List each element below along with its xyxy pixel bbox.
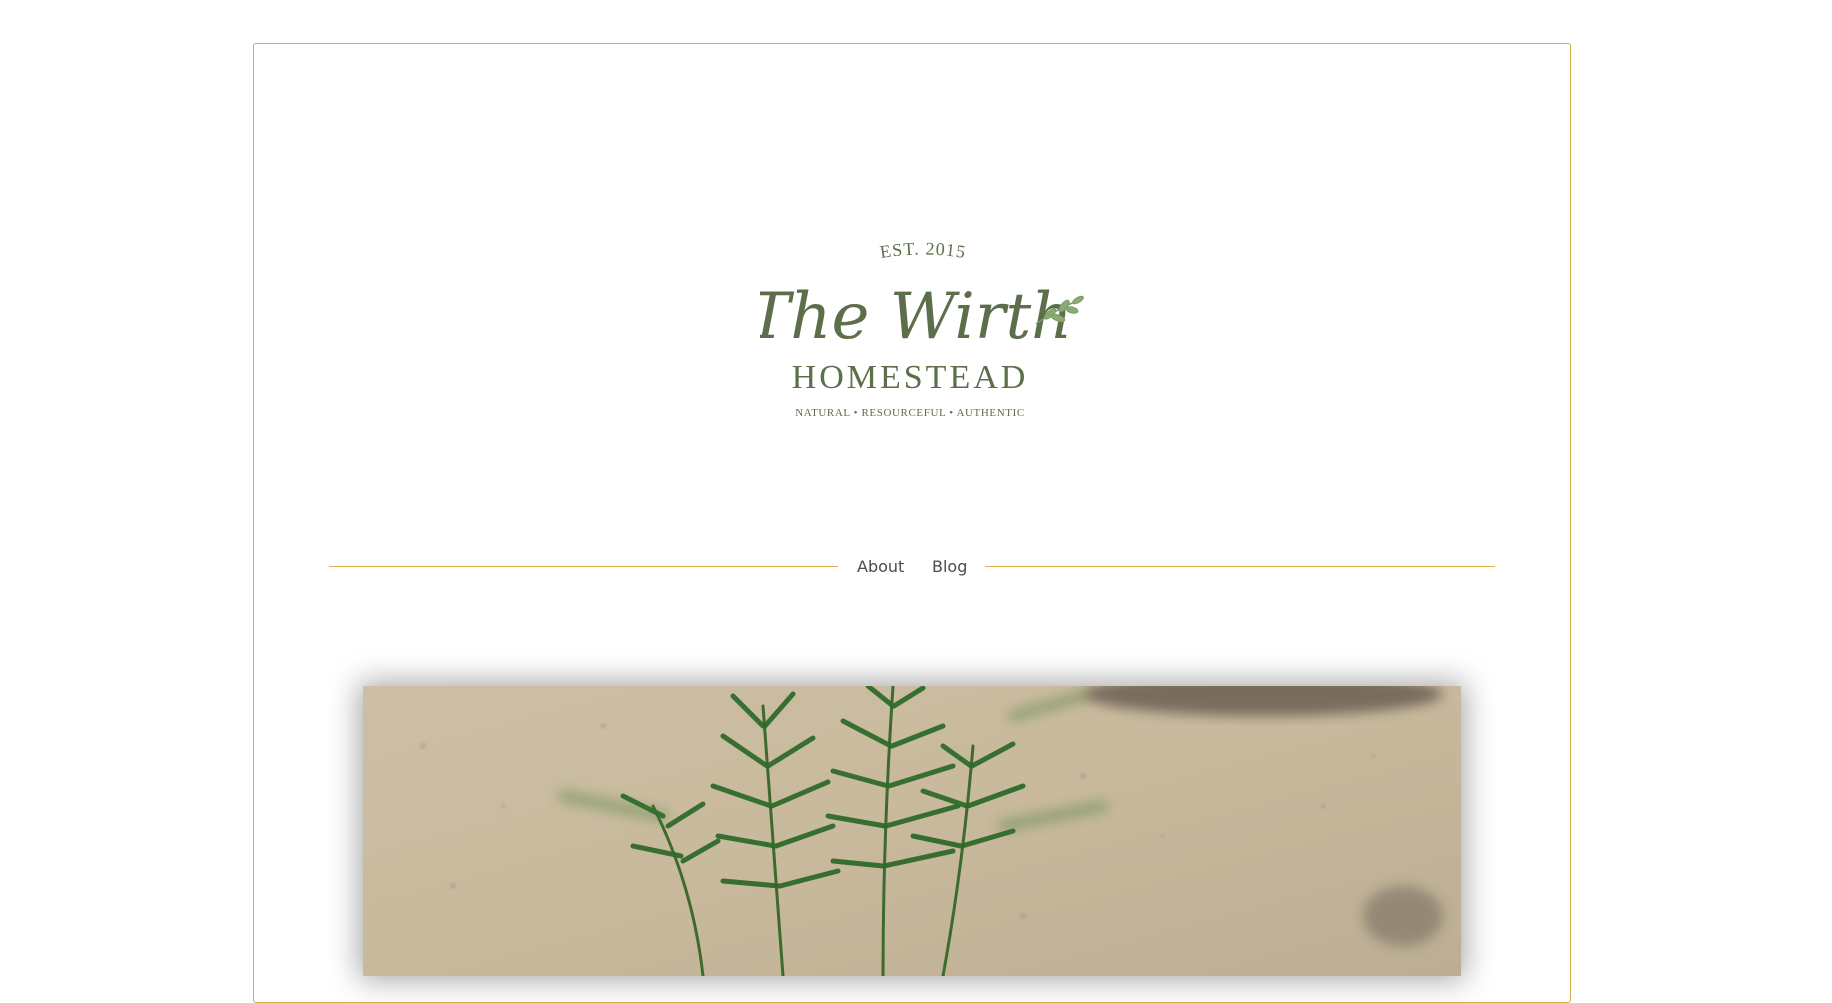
nav-link-blog[interactable]: Blog bbox=[932, 555, 967, 579]
nav-divider-left bbox=[329, 566, 838, 567]
hero-image bbox=[363, 686, 1461, 976]
nav-link-about[interactable]: About bbox=[857, 555, 904, 579]
nav-divider-right bbox=[985, 566, 1495, 567]
logo-established: EST. 2015 bbox=[878, 238, 967, 262]
logo-tagline: NATURAL • RESOURCEFUL • AUTHENTIC bbox=[795, 407, 1025, 419]
main-navigation: About Blog bbox=[329, 555, 1495, 579]
logo-graphic: EST. 2015 The Wirth HOMESTEAD NATURAL • … bbox=[760, 238, 1084, 419]
logo-script-name: The Wirth bbox=[760, 280, 1072, 354]
rosemary-plant-photo bbox=[363, 686, 1461, 976]
logo-name: HOMESTEAD bbox=[792, 359, 1029, 396]
site-logo[interactable]: EST. 2015 The Wirth HOMESTEAD NATURAL • … bbox=[760, 236, 1086, 422]
